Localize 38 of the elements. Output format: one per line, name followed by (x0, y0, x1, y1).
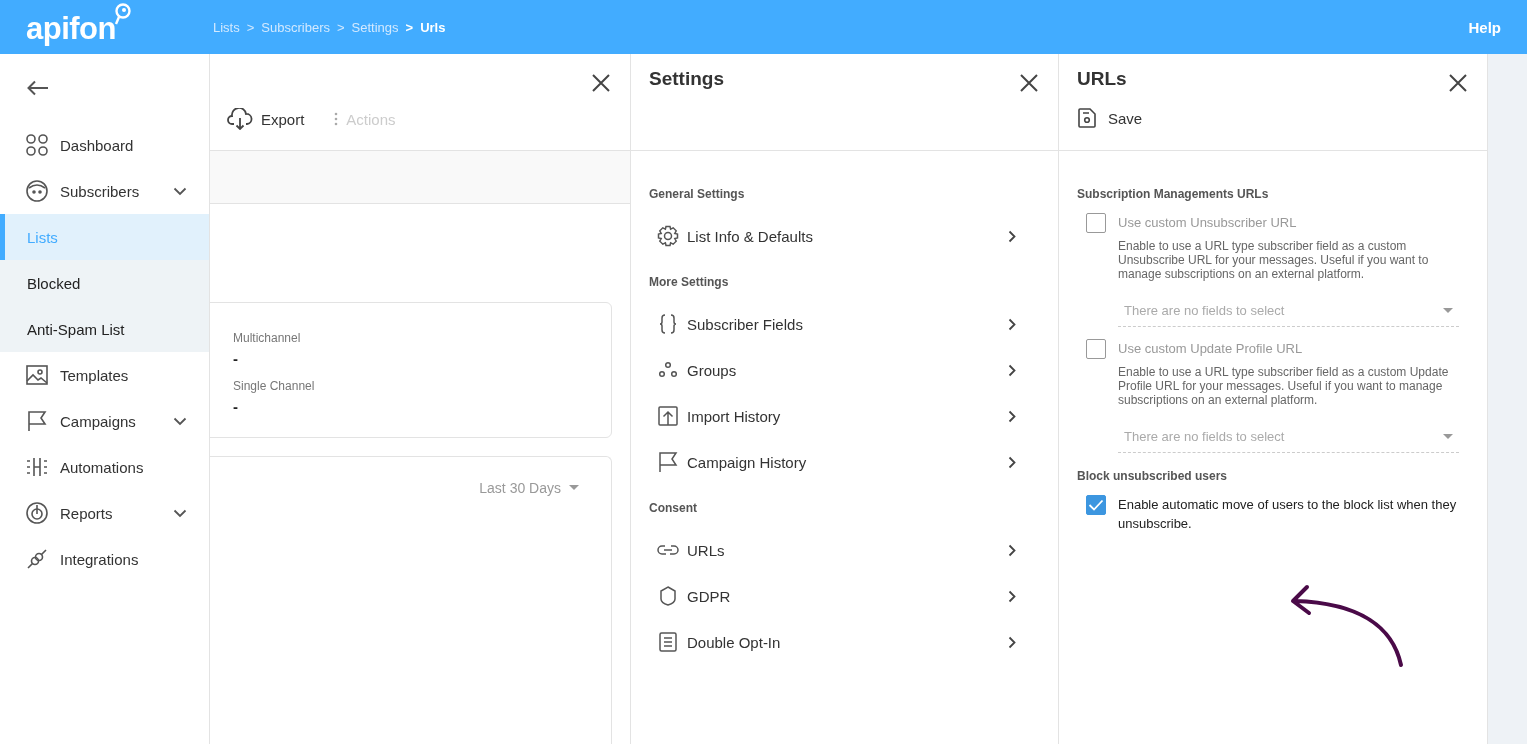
stat-value: - (233, 350, 239, 367)
sidebar-item[interactable]: Automations (0, 444, 209, 490)
save-button[interactable]: Save (1078, 108, 1143, 128)
stat-label: Multichannel (233, 331, 302, 345)
sidebar-item[interactable]: Templates (0, 352, 209, 398)
settings-item[interactable]: Subscriber Fields (649, 301, 1040, 347)
sidebar-item[interactable]: Subscribers (0, 168, 209, 214)
breadcrumb: > (405, 19, 414, 35)
sidebar-item[interactable]: Reports (0, 490, 209, 536)
logo-text: apifon (26, 11, 116, 47)
checkbox-label: Use custom Update Profile URL (1118, 340, 1303, 358)
section-heading: Block unsubscribed users (1077, 469, 1229, 483)
settings-item[interactable]: Campaign History (649, 439, 1040, 485)
stat-label: Single Channel (233, 379, 316, 393)
section-heading: General Settings (649, 187, 746, 201)
breadcrumb: Urls (420, 19, 446, 35)
panel-title: URLs (1077, 68, 1127, 90)
settings-item[interactable]: Groups (649, 347, 1040, 393)
sidebar-item[interactable]: Integrations (0, 536, 209, 582)
option-description: Enable to use a URL type subscriber field as a custom Unsubscribe URL for your messages. Useful if you want to manage subscriptions on an external platform. (1118, 239, 1430, 281)
panel-title: Settings (649, 68, 724, 90)
checkbox-label: Use custom Unsubscriber URL (1118, 214, 1297, 232)
section-heading: More Settings (649, 275, 730, 289)
settings-item[interactable]: URLs (649, 527, 1040, 573)
section-heading: Subscription Managements URLs (1077, 187, 1270, 201)
sidebar-subitem[interactable]: Blocked (0, 260, 209, 306)
sidebar-subitem[interactable]: Anti-Spam List (0, 306, 209, 352)
settings-item[interactable]: List Info & Defaults (649, 213, 1040, 259)
export-button[interactable]: Export (227, 108, 305, 130)
settings-item[interactable]: Double Opt-In (649, 619, 1040, 665)
sidebar-item[interactable]: Campaigns (0, 398, 209, 444)
sidebar-item[interactable]: Dashboard (0, 122, 209, 168)
checkbox-label: Enable automatic move of users to the block list when they unsubscribe. (1118, 496, 1458, 533)
section-heading: Consent (649, 501, 698, 515)
settings-item[interactable]: GDPR (649, 573, 1040, 619)
option-description: Enable to use a URL type subscriber field as a custom Update Profile URL for your messages. Useful if you want to manage subscriptions on an external platform. (1118, 365, 1450, 407)
stat-value: - (233, 398, 239, 415)
settings-item[interactable]: Import History (649, 393, 1040, 439)
